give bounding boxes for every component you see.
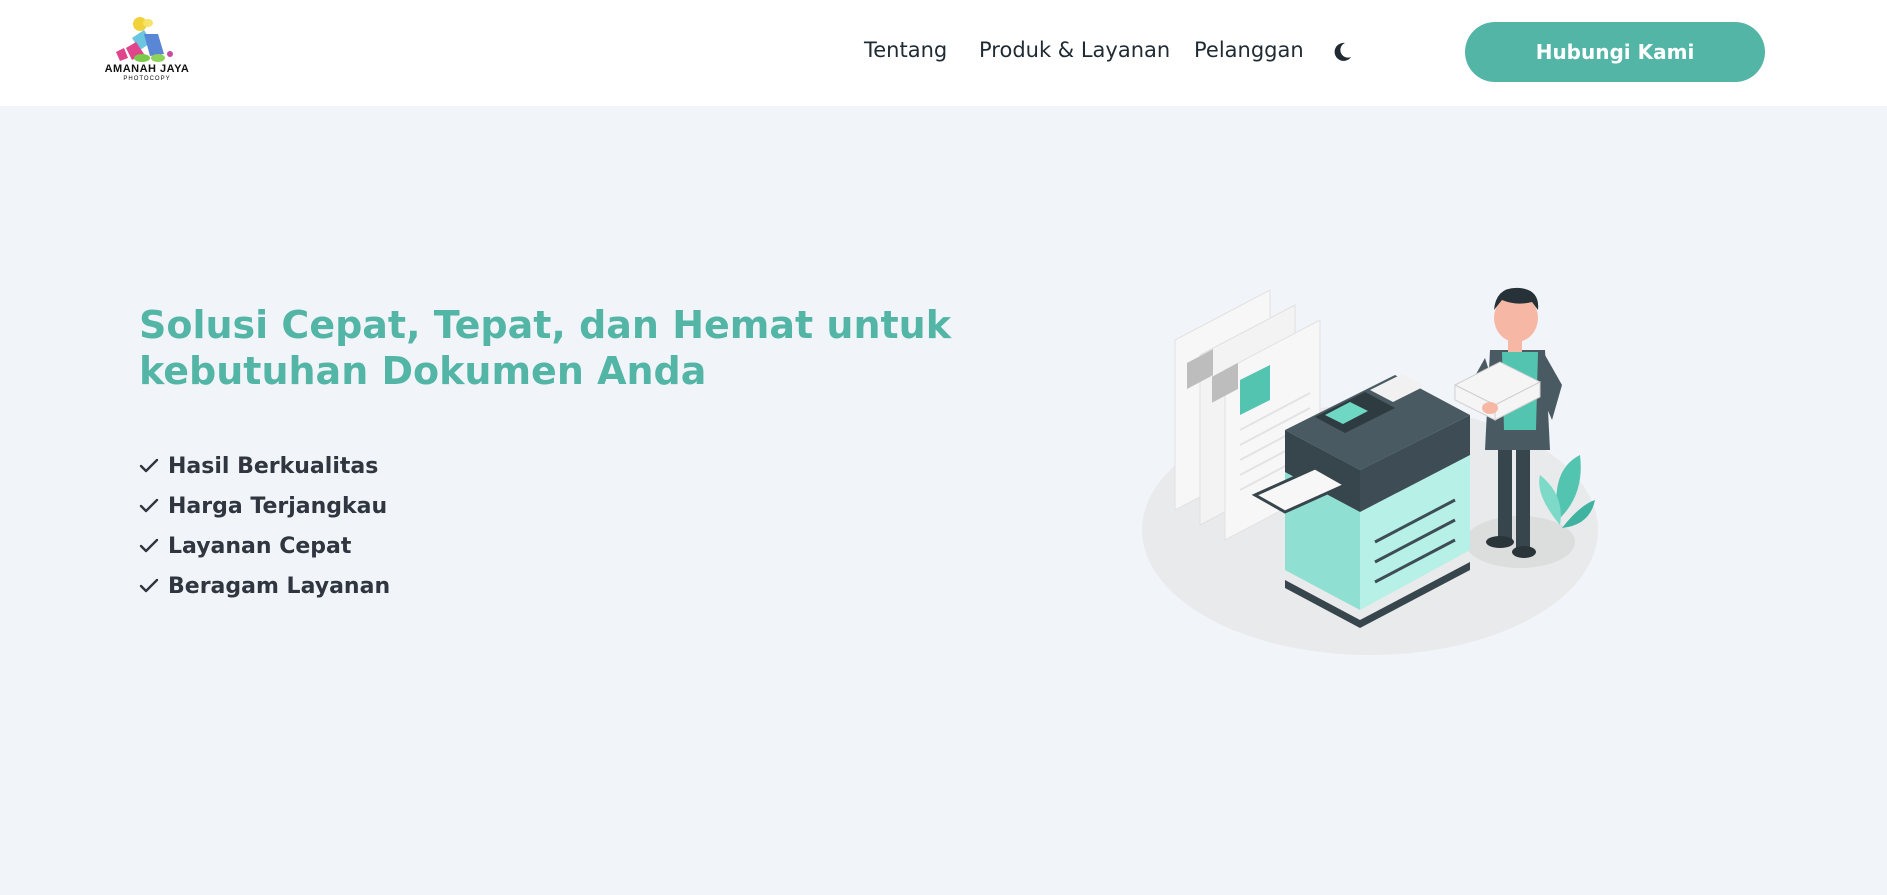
feature-item: Beragam Layanan <box>139 566 390 606</box>
feature-label: Harga Terjangkau <box>168 493 388 519</box>
navbar: AMANAH JAYA PHOTOCOPY Tentang Produk & L… <box>0 0 1887 106</box>
logo-name: AMANAH JAYA <box>104 63 190 75</box>
feature-label: Beragam Layanan <box>168 573 391 599</box>
feature-label: Layanan Cepat <box>168 533 352 559</box>
feature-list: Hasil Berkualitas Harga Terjangkau Layan… <box>139 446 390 606</box>
logo-shapes-icon <box>116 17 173 62</box>
feature-item: Hasil Berkualitas <box>139 446 390 486</box>
feature-item: Harga Terjangkau <box>139 486 390 526</box>
nav-link-tentang[interactable]: Tentang <box>864 38 947 62</box>
logo-tagline: PHOTOCOPY <box>123 76 171 82</box>
nav-link-pelanggan[interactable]: Pelanggan <box>1194 38 1304 62</box>
check-icon <box>139 578 159 593</box>
moon-icon[interactable] <box>1334 42 1352 62</box>
photocopier-illustration <box>1142 287 1598 655</box>
check-icon <box>139 498 159 513</box>
brand-logo[interactable]: AMANAH JAYA PHOTOCOPY <box>92 14 202 86</box>
hero-title: Solusi Cepat, Tepat, dan Hemat untuk keb… <box>139 302 952 394</box>
contact-button[interactable]: Hubungi Kami <box>1465 22 1765 82</box>
check-icon <box>139 538 159 553</box>
feature-label: Hasil Berkualitas <box>168 453 379 479</box>
feature-item: Layanan Cepat <box>139 526 390 566</box>
check-icon <box>139 458 159 473</box>
hero-title-line-1: Solusi Cepat, Tepat, dan Hemat untuk <box>139 303 952 347</box>
nav-link-produk-layanan[interactable]: Produk & Layanan <box>979 38 1170 62</box>
hero-title-line-2: kebutuhan Dokumen Anda <box>139 349 707 393</box>
